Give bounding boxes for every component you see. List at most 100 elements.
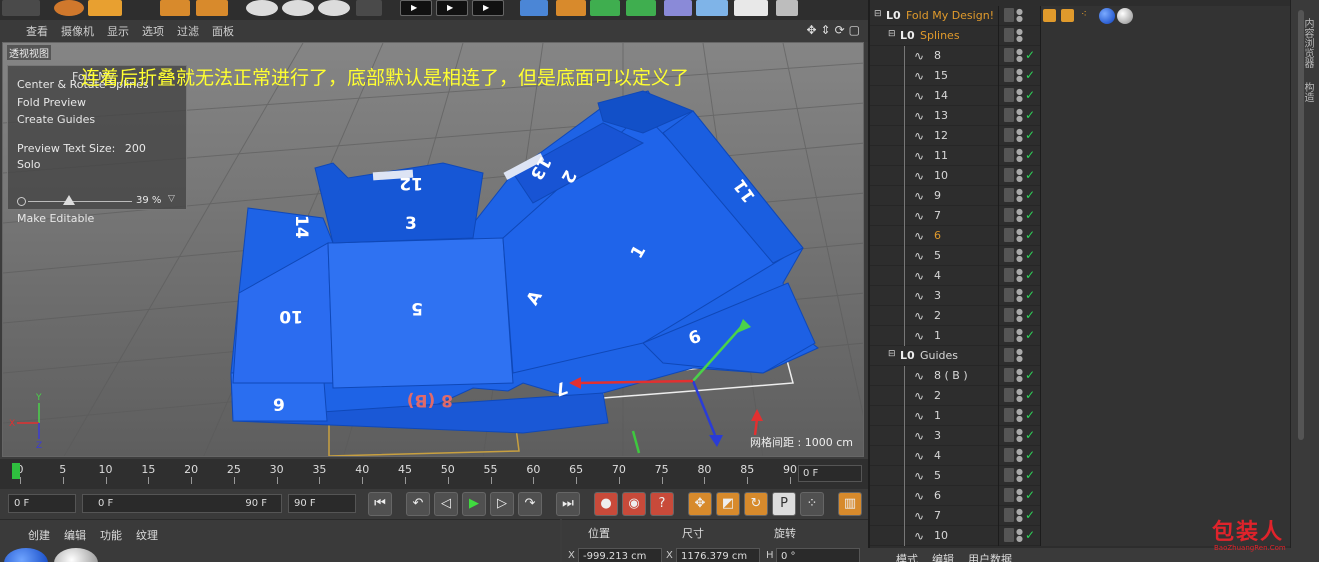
collapse-icon[interactable]: ⊟ (888, 349, 896, 359)
current-frame-field[interactable]: 0 F (798, 465, 862, 482)
object-name[interactable]: 12 (934, 129, 948, 142)
next-frame-icon[interactable]: ▷ (490, 492, 514, 516)
visibility-dots-icon[interactable]: ● ● (1016, 248, 1023, 263)
menu-user-data[interactable]: 用户数据 (968, 551, 1012, 562)
orbit-icon[interactable]: ⟳ (835, 23, 845, 37)
h-rotation-field[interactable]: 0 ° (776, 548, 860, 562)
object-name[interactable]: 5 (934, 249, 941, 262)
object-name[interactable]: 10 (934, 169, 948, 182)
layer-color-icon[interactable] (1004, 388, 1014, 402)
enabled-check-icon[interactable]: ✓ (1025, 228, 1035, 242)
enabled-check-icon[interactable]: ✓ (1025, 148, 1035, 162)
menu-panel[interactable]: 面板 (212, 23, 234, 39)
visibility-dots-icon[interactable]: ● ● (1016, 188, 1023, 203)
next-key-icon[interactable]: ↷ (518, 492, 542, 516)
menu-options[interactable]: 选项 (142, 23, 164, 39)
slider-radio[interactable] (17, 197, 26, 206)
material-gray-tag-icon[interactable] (1117, 8, 1133, 24)
object-name[interactable]: 6 (934, 489, 941, 502)
menu-edit-attr[interactable]: 编辑 (932, 551, 954, 562)
spline-item[interactable]: ∿ 12 ● ● ✓ (870, 126, 1290, 146)
guide-item[interactable]: ∿ 8 ( B ) ● ● ✓ (870, 366, 1290, 386)
object-name[interactable]: 10 (934, 529, 948, 542)
layer-color-icon[interactable] (1004, 228, 1014, 242)
object-root[interactable]: ⊟ L0 Fold My Design! ● ● ⁖ (870, 6, 1290, 26)
spline-item[interactable]: ∿ 2 ● ● ✓ (870, 306, 1290, 326)
enabled-check-icon[interactable]: ✓ (1025, 108, 1035, 122)
zoom-icon[interactable]: ⇕ (821, 23, 831, 37)
goto-start-icon[interactable]: ⏮ (368, 492, 392, 516)
menu-filter[interactable]: 过滤 (177, 23, 199, 39)
layer-color-icon[interactable] (1004, 68, 1014, 82)
maximize-icon[interactable]: ▢ (849, 23, 860, 37)
layer-color-icon[interactable] (1004, 288, 1014, 302)
spline-item[interactable]: ∿ 3 ● ● ✓ (870, 286, 1290, 306)
guide-item[interactable]: ∿ 6 ● ● ✓ (870, 486, 1290, 506)
menu-edit[interactable]: 编辑 (64, 527, 86, 543)
floor-icon[interactable] (696, 0, 728, 16)
object-guides-group[interactable]: ⊟ L0 Guides ● ● (870, 346, 1290, 366)
light-icon[interactable] (776, 0, 798, 16)
layer-color-icon[interactable] (1004, 468, 1014, 482)
object-name[interactable]: 7 (934, 509, 941, 522)
enabled-check-icon[interactable]: ✓ (1025, 128, 1035, 142)
fold-slider-knob[interactable] (63, 195, 75, 205)
menu-create[interactable]: 创建 (28, 527, 50, 543)
spline-item[interactable]: ∿ 8 ● ● ✓ (870, 46, 1290, 66)
guide-item[interactable]: ∿ 1 ● ● ✓ (870, 406, 1290, 426)
x-axis-icon[interactable] (246, 0, 278, 16)
layer-color-icon[interactable] (1004, 88, 1014, 102)
menu-texture[interactable]: 纹理 (136, 527, 158, 543)
visibility-dots-icon[interactable]: ● ● (1016, 48, 1023, 63)
spline-item[interactable]: ∿ 9 ● ● ✓ (870, 186, 1290, 206)
collapse-icon[interactable]: ⊟ (874, 9, 882, 19)
undo-icon[interactable] (2, 0, 40, 16)
spline-item[interactable]: ∿ 4 ● ● ✓ (870, 266, 1290, 286)
fold-preview-item[interactable]: Fold Preview (8, 96, 186, 109)
visibility-dots-icon[interactable]: ● ● (1016, 488, 1023, 503)
enabled-check-icon[interactable]: ✓ (1025, 168, 1035, 182)
visibility-dots-icon[interactable]: ● ● (1016, 28, 1023, 43)
visibility-dots-icon[interactable]: ● ● (1016, 388, 1023, 403)
enabled-check-icon[interactable]: ✓ (1025, 248, 1035, 262)
scale-icon[interactable] (160, 0, 190, 16)
object-name[interactable]: 4 (934, 449, 941, 462)
start-frame-field[interactable]: 0 F (8, 494, 76, 513)
layer-color-icon[interactable] (1004, 428, 1014, 442)
visibility-dots-icon[interactable]: ● ● (1016, 528, 1023, 543)
visibility-dots-icon[interactable]: ● ● (1016, 208, 1023, 223)
visibility-dots-icon[interactable]: ● ● (1016, 468, 1023, 483)
enabled-check-icon[interactable]: ✓ (1025, 48, 1035, 62)
timeline-ruler[interactable]: 0 5 10 15 20 25 30 35 40 45 50 55 60 65 70 75 80 85 90 0 F (0, 459, 868, 489)
solo-item[interactable]: Solo (8, 158, 186, 171)
cube-icon[interactable] (520, 0, 548, 16)
array-icon[interactable] (626, 0, 656, 16)
menu-display[interactable]: 显示 (107, 23, 129, 39)
layer-color-icon[interactable] (1004, 208, 1014, 222)
material-blue-tag-icon[interactable] (1099, 8, 1115, 24)
material-gray-swatch[interactable] (54, 548, 98, 562)
enabled-check-icon[interactable]: ✓ (1025, 368, 1035, 382)
play-icon[interactable]: ▶ (462, 492, 486, 516)
guide-item[interactable]: ∿ 3 ● ● ✓ (870, 426, 1290, 446)
enabled-check-icon[interactable]: ✓ (1025, 388, 1035, 402)
layer-color-icon[interactable] (1004, 268, 1014, 282)
object-name[interactable]: 15 (934, 69, 948, 82)
object-name[interactable]: 3 (934, 289, 941, 302)
object-name[interactable]: 2 (934, 309, 941, 322)
visibility-dots-icon[interactable]: ● ● (1016, 168, 1023, 183)
y-axis-icon[interactable] (282, 0, 314, 16)
live-select-icon[interactable] (54, 0, 84, 16)
fold-tag-icon[interactable] (1043, 9, 1056, 22)
perspective-viewport[interactable]: 12 3 14 10 5 A 1 11 6 7 9 8 (B) 2 13 Y X… (2, 42, 864, 457)
object-name[interactable]: 7 (934, 209, 941, 222)
enabled-check-icon[interactable]: ✓ (1025, 448, 1035, 462)
layer-color-icon[interactable] (1004, 348, 1014, 362)
layer-color-icon[interactable] (1004, 108, 1014, 122)
coordinate-system-icon[interactable] (356, 0, 382, 16)
enabled-check-icon[interactable]: ✓ (1025, 208, 1035, 222)
render-view-icon[interactable] (400, 0, 432, 16)
object-name[interactable]: 8 ( B ) (934, 369, 968, 382)
record-icon[interactable]: ● (594, 492, 618, 516)
layer-color-icon[interactable] (1004, 28, 1014, 42)
